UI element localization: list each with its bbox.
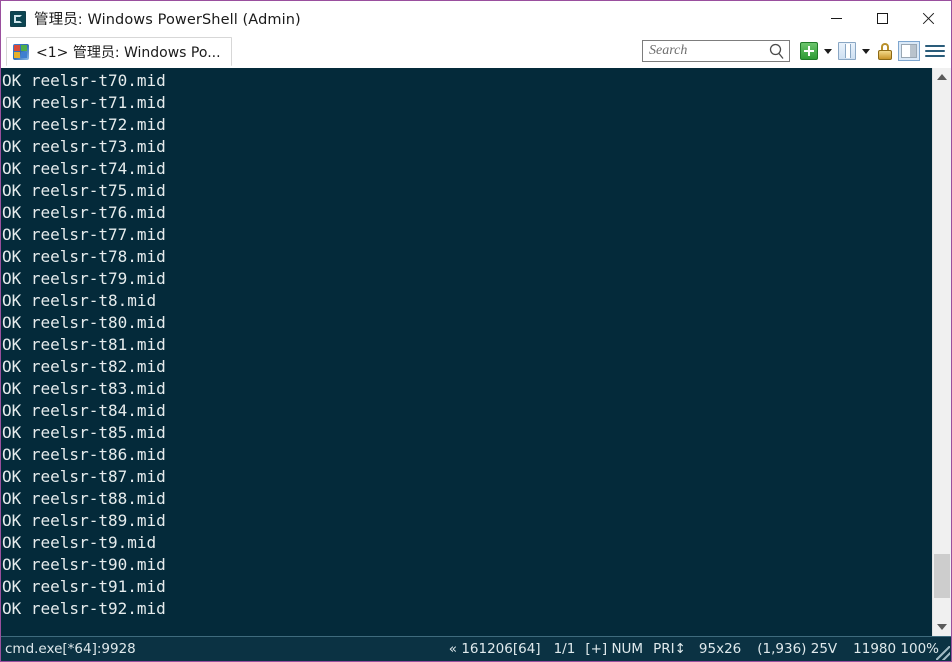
console-line: OK reelsr-t90.mid: [2, 555, 166, 574]
windows-console-icon: [13, 44, 29, 60]
scroll-up-icon: [937, 74, 947, 80]
console-line: OK reelsr-t78.mid: [2, 247, 166, 266]
search-placeholder: Search: [649, 43, 688, 58]
status-cell: (1,936) 25V: [757, 641, 838, 657]
console-line: OK reelsr-t89.mid: [2, 511, 166, 530]
panel-toggle-icon: [898, 41, 920, 61]
close-icon: [922, 12, 935, 25]
console-line: OK reelsr-t91.mid: [2, 577, 166, 596]
scrollbar-track[interactable]: [933, 86, 951, 618]
panel-toggle-button[interactable]: [897, 39, 921, 63]
console-line: OK reelsr-t75.mid: [2, 181, 166, 200]
tab-bar: <1> 管理员: Windows Po... Search: [1, 36, 951, 68]
status-process: cmd.exe[*64]:9928: [5, 641, 136, 657]
lock-button[interactable]: [873, 39, 897, 63]
console-scrollbar[interactable]: [932, 68, 951, 636]
console-line: OK reelsr-t79.mid: [2, 269, 166, 288]
console-line: OK reelsr-t8.mid: [2, 291, 157, 310]
status-cell: [+] NUM: [585, 641, 644, 657]
status-cell: 11980 100%: [853, 641, 939, 657]
split-view-button[interactable]: [835, 39, 859, 63]
console-line: OK reelsr-t88.mid: [2, 489, 166, 508]
maximize-icon: [876, 13, 888, 24]
tab-console-1[interactable]: <1> 管理员: Windows Po...: [6, 37, 232, 66]
minimize-button[interactable]: [813, 1, 859, 36]
scroll-up-button[interactable]: [933, 68, 951, 86]
hamburger-menu-icon[interactable]: [925, 43, 945, 59]
green-plus-icon: [800, 42, 818, 60]
console-output[interactable]: OK reelsr-t70.mid OK reelsr-t71.mid OK ree…: [1, 68, 932, 636]
console-line: OK reelsr-t77.mid: [2, 225, 166, 244]
chevron-down-icon: [862, 48, 870, 54]
console-line: OK reelsr-t9.mid: [2, 533, 157, 552]
scroll-down-button[interactable]: [933, 618, 951, 636]
status-bar: cmd.exe[*64]:9928 « 161206[64] 1/1 [+] NUM…: [1, 636, 951, 661]
console-line: OK reelsr-t84.mid: [2, 401, 166, 420]
console-line: OK reelsr-t72.mid: [2, 115, 166, 134]
console-line: OK reelsr-t85.mid: [2, 423, 166, 442]
status-cells: « 161206[64] 1/1 [+] NUM PRI↕ 95x26 (1,936) 2…: [441, 637, 947, 661]
status-cell: 95x26: [698, 641, 742, 657]
console-line: OK reelsr-t74.mid: [2, 159, 166, 178]
maximize-button[interactable]: [859, 1, 905, 36]
console-area: OK reelsr-t70.mid OK reelsr-t71.mid OK ree…: [1, 68, 951, 636]
minimize-icon: [830, 18, 842, 19]
status-cell: « 161206[64]: [448, 641, 541, 657]
window-controls: [813, 1, 951, 36]
scroll-down-icon: [937, 624, 947, 630]
console-line: OK reelsr-t70.mid: [2, 71, 166, 90]
split-window-icon: [838, 42, 856, 60]
console-line: OK reelsr-t76.mid: [2, 203, 166, 222]
chevron-down-icon: [824, 48, 832, 54]
new-tab-dropdown-button[interactable]: [821, 39, 835, 63]
tab-label: <1> 管理员: Windows Po...: [36, 45, 221, 61]
status-cell: PRI↕: [653, 641, 686, 657]
scrollbar-thumb[interactable]: [934, 554, 950, 598]
console-line: OK reelsr-t80.mid: [2, 313, 166, 332]
split-view-dropdown-button[interactable]: [859, 39, 873, 63]
window-title: 管理员: Windows PowerShell (Admin): [34, 12, 301, 28]
console-line: OK reelsr-t83.mid: [2, 379, 166, 398]
title-bar: 管理员: Windows PowerShell (Admin): [1, 1, 951, 36]
close-button[interactable]: [905, 1, 951, 36]
console-line: OK reelsr-t82.mid: [2, 357, 166, 376]
status-cell: 1/1: [553, 641, 576, 657]
console-line: OK reelsr-t86.mid: [2, 445, 166, 464]
padlock-icon: [877, 42, 893, 60]
console-line: OK reelsr-t73.mid: [2, 137, 166, 156]
console-line: OK reelsr-t87.mid: [2, 467, 166, 486]
console-line: OK reelsr-t81.mid: [2, 335, 166, 354]
console-line: OK reelsr-t92.mid: [2, 599, 166, 618]
resize-grip[interactable]: [936, 646, 950, 660]
console-icon: [10, 10, 26, 27]
magnifier-icon[interactable]: [769, 43, 785, 60]
search-input[interactable]: Search: [642, 40, 790, 62]
console-window: 管理员: Windows PowerShell (Admin) <1> 管理员:…: [0, 0, 952, 662]
toolbar: Search: [642, 39, 947, 63]
console-line: OK reelsr-t71.mid: [2, 93, 166, 112]
new-tab-button[interactable]: [797, 39, 821, 63]
